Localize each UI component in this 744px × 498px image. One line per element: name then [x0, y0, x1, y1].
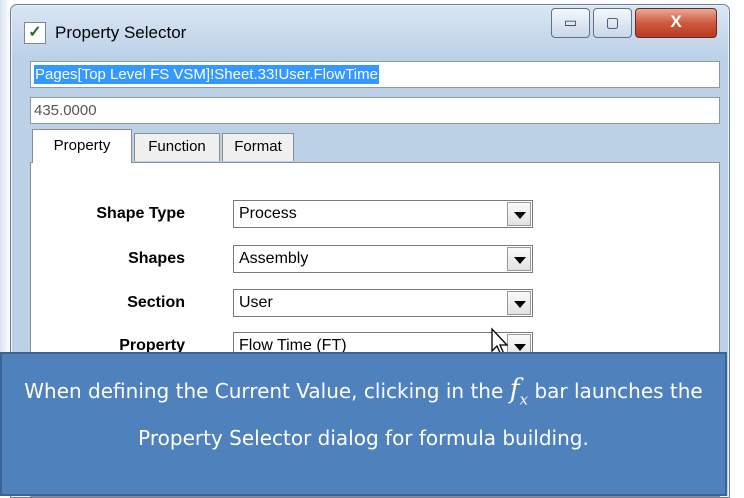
tab-format[interactable]: Format	[222, 133, 294, 161]
chevron-down-icon[interactable]	[507, 247, 531, 271]
shapes-select[interactable]: Assembly	[233, 245, 533, 273]
maximize-button[interactable]: ▢	[593, 8, 632, 38]
minimize-button[interactable]: ▭	[551, 8, 590, 38]
shapes-label: Shapes	[128, 250, 185, 267]
section-value: User	[239, 294, 273, 311]
section-label: Section	[127, 294, 185, 311]
caption-callout: When defining the Current Value, clickin…	[0, 352, 727, 496]
close-button[interactable]: X	[635, 8, 717, 38]
caption-text-before: When defining the Current Value, clickin…	[24, 379, 504, 403]
fx-dialog-icon: ✓	[24, 22, 46, 44]
chevron-down-icon[interactable]	[507, 202, 531, 226]
title-bar[interactable]: ✓ Property Selector ▭ ▢ X	[11, 5, 729, 55]
formula-field[interactable]: Pages[Top Level FS VSM]!Sheet.33!User.Fl…	[30, 61, 720, 88]
fx-symbol: fx	[509, 374, 529, 409]
tab-function[interactable]: Function	[134, 133, 220, 161]
window-title: Property Selector	[55, 23, 187, 42]
shape-type-select[interactable]: Process	[233, 200, 533, 228]
shape-type-value: Process	[239, 205, 297, 222]
formula-text: Pages[Top Level FS VSM]!Sheet.33!User.Fl…	[34, 65, 379, 84]
shape-type-label: Shape Type	[96, 205, 185, 222]
shapes-value: Assembly	[239, 250, 309, 267]
section-select[interactable]: User	[233, 289, 533, 317]
tab-property[interactable]: Property	[32, 129, 132, 163]
current-value-field[interactable]: 435.0000	[30, 97, 720, 124]
chevron-down-icon[interactable]	[507, 291, 531, 315]
